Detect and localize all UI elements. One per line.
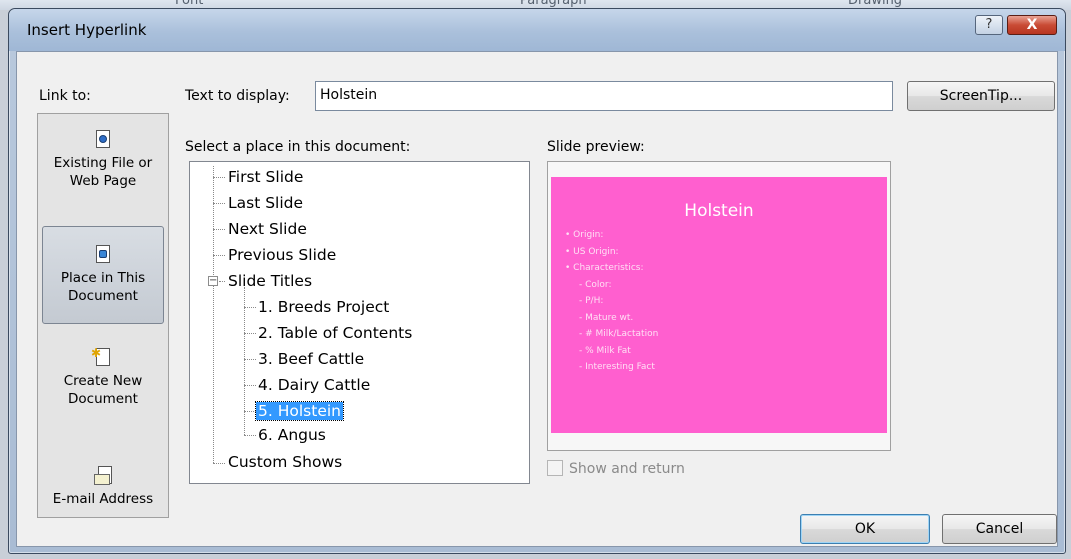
- slide-preview-bullets: • Origin: • US Origin: • Characteristics…: [565, 227, 658, 376]
- tree-item-label: 1. Breeds Project: [258, 298, 390, 316]
- tree-item-label: Previous Slide: [228, 246, 337, 264]
- link-to-email-address-line1: E-mail Address: [52, 491, 154, 507]
- link-to-place-in-document[interactable]: Place in This Document: [42, 226, 164, 324]
- collapse-slide-titles-toggle[interactable]: −: [208, 276, 218, 286]
- place-in-document-icon: [94, 245, 112, 265]
- slide-preview-image: Holstein • Origin: • US Origin: • Charac…: [551, 177, 887, 433]
- link-to-email-address[interactable]: E-mail Address: [42, 444, 164, 542]
- create-new-document-icon: ✱: [91, 346, 112, 368]
- insert-hyperlink-dialog: Insert Hyperlink ? X Link to: Existing F…: [8, 8, 1066, 554]
- tree-item-label: 3. Beef Cattle: [258, 350, 365, 368]
- link-to-panel: Existing File or Web Page Place in This …: [37, 113, 169, 518]
- tree-item-custom-shows[interactable]: Custom Shows: [228, 451, 342, 473]
- email-address-icon: [94, 466, 112, 486]
- close-button[interactable]: X: [1007, 15, 1057, 35]
- tree-item-label: Slide Titles: [228, 272, 313, 290]
- slide-sub-bullet: - Mature wt.: [579, 312, 634, 323]
- slide-preview-label: Slide preview:: [547, 139, 645, 155]
- tree-item-previous-slide[interactable]: Previous Slide: [228, 244, 336, 266]
- tree-item-slide-4[interactable]: 4. Dairy Cattle: [258, 374, 370, 396]
- tree-item-label: 4. Dairy Cattle: [258, 376, 371, 394]
- slide-sub-bullet: - Interesting Fact: [579, 362, 655, 372]
- tree-item-label: Custom Shows: [228, 453, 343, 471]
- text-to-display-input[interactable]: Holstein: [315, 81, 893, 111]
- select-place-label: Select a place in this document:: [185, 139, 411, 155]
- existing-file-icon: [94, 130, 112, 150]
- tree-item-label: 6. Angus: [258, 426, 326, 444]
- tree-item-label: Next Slide: [228, 220, 307, 238]
- tree-item-slide-6[interactable]: 6. Angus: [258, 424, 326, 446]
- slide-bullet: • US Origin:: [565, 246, 619, 257]
- slide-sub-bullet: - % Milk Fat: [579, 345, 631, 356]
- tree-item-slide-titles[interactable]: Slide Titles: [228, 270, 312, 292]
- tree-item-label: 2. Table of Contents: [258, 324, 413, 342]
- dialog-body: Link to: Existing File or Web Page Place…: [16, 51, 1058, 547]
- link-to-place-in-document-line2: Document: [68, 288, 138, 304]
- link-to-create-new-document-line2: Document: [68, 391, 138, 407]
- help-button[interactable]: ?: [975, 15, 1003, 35]
- tree-item-slide-1[interactable]: 1. Breeds Project: [258, 296, 389, 318]
- text-to-display-label: Text to display:: [185, 88, 290, 104]
- tree-item-next-slide[interactable]: Next Slide: [228, 218, 307, 240]
- tree-item-first-slide[interactable]: First Slide: [228, 166, 303, 188]
- screentip-button[interactable]: ScreenTip...: [907, 81, 1055, 111]
- ribbon-group-paragraph-label: Paragraph: [520, 0, 587, 8]
- tree-item-label: Last Slide: [228, 194, 304, 212]
- tree-item-label: First Slide: [228, 168, 304, 186]
- slide-bullet: • Origin:: [565, 230, 604, 240]
- tree-item-slide-5[interactable]: 5. Holstein: [255, 400, 344, 422]
- show-and-return-checkbox[interactable]: [547, 460, 563, 476]
- link-to-existing-file[interactable]: Existing File or Web Page: [42, 122, 164, 220]
- show-and-return-label: Show and return: [569, 461, 685, 477]
- link-to-create-new-document-line1: Create New: [63, 373, 143, 389]
- ribbon-group-drawing-label: Drawing: [848, 0, 903, 8]
- link-to-existing-file-line1: Existing File or: [53, 155, 153, 171]
- show-and-return-option[interactable]: Show and return: [547, 460, 685, 477]
- cancel-button[interactable]: Cancel: [942, 514, 1057, 544]
- slide-preview-frame: Holstein • Origin: • US Origin: • Charac…: [547, 161, 891, 451]
- ribbon-group-font-label: Font: [175, 0, 204, 8]
- dialog-title: Insert Hyperlink: [27, 21, 147, 39]
- tree-item-slide-2[interactable]: 2. Table of Contents: [258, 322, 412, 344]
- tree-item-last-slide[interactable]: Last Slide: [228, 192, 303, 214]
- slide-sub-bullet: - P/H:: [579, 296, 604, 306]
- link-to-place-in-document-line1: Place in This: [60, 270, 146, 286]
- ok-button[interactable]: OK: [800, 514, 930, 544]
- document-place-tree[interactable]: First Slide Last Slide Next Slide Previo…: [189, 161, 530, 484]
- link-to-create-new-document[interactable]: ✱ Create New Document: [42, 336, 164, 434]
- tree-item-label: 5. Holstein: [255, 401, 344, 421]
- slide-sub-bullet: - # Milk/Lactation: [579, 329, 659, 339]
- tree-item-slide-3[interactable]: 3. Beef Cattle: [258, 348, 364, 370]
- link-to-existing-file-line2: Web Page: [69, 173, 137, 189]
- slide-bullet: • Characteristics:: [565, 263, 644, 273]
- link-to-label: Link to:: [39, 88, 91, 104]
- dialog-titlebar[interactable]: Insert Hyperlink ? X: [9, 9, 1065, 51]
- slide-sub-bullet: - Color:: [579, 279, 612, 290]
- slide-preview-title: Holstein: [684, 201, 754, 221]
